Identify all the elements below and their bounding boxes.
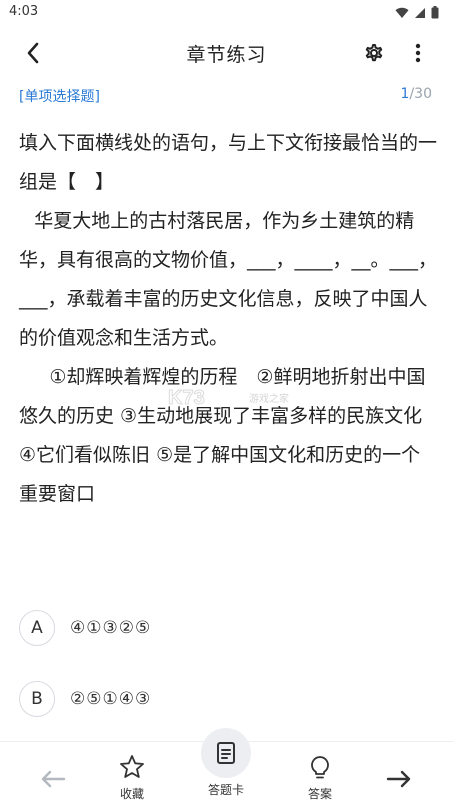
signal-icon (414, 4, 426, 23)
option-letter: B (19, 681, 55, 717)
option-letter: A (19, 610, 55, 646)
answer-sheet-icon (217, 742, 235, 764)
question-type-label: [单项选择题] (19, 89, 100, 105)
next-question-button[interactable] (384, 767, 414, 791)
question-counter: 1/30 (401, 86, 432, 102)
option-b[interactable]: B ②⑤①④③ (19, 681, 151, 717)
answer-label: 答案 (307, 787, 332, 801)
answer-card-circle (201, 728, 251, 778)
option-a[interactable]: A ④①③②⑤ (19, 610, 151, 646)
question-stem: 填入下面横线处的语句，与上下文衔接最恰当的一组是【 】 (19, 132, 438, 193)
previous-question-button[interactable] (38, 767, 68, 791)
gear-icon (365, 44, 383, 62)
question-meta: [单项选择题] 1/30 (0, 86, 453, 108)
answer-card-button[interactable]: 答题卡 (196, 728, 256, 798)
battery-icon (431, 4, 439, 23)
answer-card-label: 答题卡 (207, 783, 244, 797)
app-bar: 章节练习 (0, 26, 453, 80)
settings-button[interactable] (359, 38, 389, 68)
more-vertical-icon (415, 43, 421, 63)
favorite-button[interactable]: 收藏 (102, 754, 162, 802)
question-choices-text: ①却辉映着辉煌的历程 ②鲜明地折射出中国悠久的历史 ③生动地展现了丰富多样的民族… (19, 366, 442, 505)
option-text: ②⑤①④③ (70, 689, 152, 709)
total-questions: /30 (409, 86, 432, 102)
favorite-label: 收藏 (119, 787, 144, 801)
question-passage: 华夏大地上的古村落民居，作为乡土建筑的精华，具有很高的文物价值，___，____… (19, 210, 438, 349)
wifi-icon (395, 4, 409, 23)
arrow-right-icon (386, 770, 411, 788)
status-bar: 4:03 (0, 0, 453, 26)
option-text: ④①③②⑤ (70, 618, 152, 638)
question-body: 填入下面横线处的语句，与上下文衔接最恰当的一组是【 】 华夏大地上的古村落民居，… (19, 124, 442, 514)
status-time: 4:03 (9, 4, 39, 19)
lightbulb-icon (311, 756, 329, 779)
answer-button[interactable]: 答案 (290, 754, 350, 802)
bottom-nav: 收藏 答题卡 答案 (0, 728, 453, 805)
star-icon (120, 755, 144, 778)
status-icons (395, 4, 439, 23)
arrow-left-icon (41, 770, 66, 788)
more-options-button[interactable] (406, 38, 430, 68)
